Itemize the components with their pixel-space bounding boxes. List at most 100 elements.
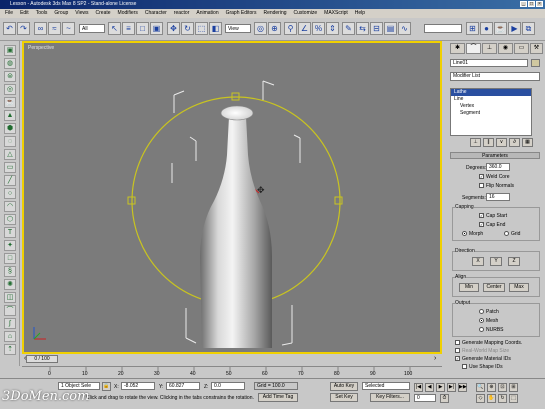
modifier-list-dropdown[interactable]: Modifier List <box>450 72 540 81</box>
tool-arc-icon[interactable]: ◠ <box>4 201 16 212</box>
make-unique-icon[interactable]: ∨ <box>496 138 507 147</box>
tool-rectangle-icon[interactable]: □ <box>4 253 16 264</box>
pin-stack-icon[interactable]: ⊥ <box>470 138 481 147</box>
current-frame-field[interactable]: 0 <box>414 394 436 402</box>
tool-cylinder-icon[interactable]: ⊜ <box>4 71 16 82</box>
render-last-icon[interactable]: ⧉ <box>522 22 535 35</box>
motion-tab-icon[interactable]: ◉ <box>498 43 513 54</box>
parameters-rollout-header[interactable]: Parameters <box>450 152 540 159</box>
stack-item-line[interactable]: Line <box>451 96 531 103</box>
tool-ngon-icon[interactable]: ⬡ <box>4 214 16 225</box>
menu-modifiers[interactable]: Modifiers <box>118 9 138 18</box>
segments-spinner[interactable]: 16 <box>486 193 510 201</box>
selection-filter-dropdown[interactable]: All <box>79 24 105 33</box>
material-editor-icon[interactable]: ● <box>480 22 493 35</box>
previous-frame-icon[interactable]: ◀ <box>425 383 434 392</box>
curve-editor-icon[interactable]: ∿ <box>398 22 411 35</box>
nurbs-radio[interactable] <box>479 327 484 332</box>
track-bar[interactable]: 0 10 20 30 40 50 60 70 80 90 100 <box>22 366 442 378</box>
go-to-start-icon[interactable]: |◀ <box>414 383 423 392</box>
key-filters-button[interactable]: Key Filters... <box>370 393 410 402</box>
menu-customize[interactable]: Customize <box>294 9 318 18</box>
link-icon[interactable]: ∞ <box>34 22 47 35</box>
y-coordinate-field[interactable]: 60.827 <box>166 382 200 390</box>
zoom-extents-icon[interactable]: ⊡ <box>498 383 507 392</box>
menu-file[interactable]: File <box>5 9 13 18</box>
menu-edit[interactable]: Edit <box>20 9 29 18</box>
tool-camera-icon[interactable]: ◫ <box>4 292 16 303</box>
direction-z-button[interactable]: Z <box>508 257 520 266</box>
tool-sphere-icon[interactable]: ◍ <box>4 58 16 69</box>
spinner-snap-icon[interactable]: ⇕ <box>326 22 339 35</box>
quick-render-icon[interactable]: ▶ <box>508 22 521 35</box>
stack-item-lathe[interactable]: Lathe <box>451 89 531 96</box>
field-of-view-icon[interactable]: ◇ <box>476 394 485 403</box>
zoom-all-icon[interactable]: ⊕ <box>487 383 496 392</box>
unlink-icon[interactable]: ≈ <box>48 22 61 35</box>
select-scale-icon[interactable]: ⬚ <box>195 22 208 35</box>
set-key-button[interactable]: Set Key <box>330 393 358 402</box>
configure-sets-icon[interactable]: ▦ <box>522 138 533 147</box>
zoom-extents-all-icon[interactable]: ⊞ <box>509 383 518 392</box>
menu-views[interactable]: Views <box>75 9 88 18</box>
key-mode-dropdown[interactable]: Selected <box>362 382 410 390</box>
tool-helix-icon[interactable]: § <box>4 266 16 277</box>
patch-radio[interactable] <box>479 309 484 314</box>
real-world-checkbox[interactable] <box>455 348 460 353</box>
select-by-name-icon[interactable]: ≡ <box>122 22 135 35</box>
undo-icon[interactable]: ↶ <box>3 22 16 35</box>
percent-snap-icon[interactable]: % <box>312 22 325 35</box>
tool-plane-icon[interactable]: ▭ <box>4 162 16 173</box>
selection-region-icon[interactable]: □ <box>136 22 149 35</box>
menu-maxscript[interactable]: MAXScript <box>324 9 348 18</box>
close-button[interactable]: × <box>536 1 543 7</box>
tool-light-icon[interactable]: ✺ <box>4 279 16 290</box>
select-rotate-icon[interactable]: ↻ <box>181 22 194 35</box>
tool-cone-icon[interactable]: ▲ <box>4 110 16 121</box>
cap-start-checkbox[interactable]: ✓ <box>479 213 484 218</box>
display-tab-icon[interactable]: ▭ <box>514 43 529 54</box>
tool-line-icon[interactable]: ╱ <box>4 175 16 186</box>
align-icon[interactable]: ⊟ <box>370 22 383 35</box>
lock-selection-icon[interactable]: 🔒 <box>102 382 111 391</box>
go-to-end-icon[interactable]: ▶▶ <box>458 383 467 392</box>
select-squash-icon[interactable]: ◧ <box>209 22 222 35</box>
named-selection-icon[interactable]: ✎ <box>342 22 355 35</box>
weld-core-checkbox[interactable]: ✓ <box>479 174 484 179</box>
tool-circle-icon[interactable]: ○ <box>4 188 16 199</box>
tool-star-icon[interactable]: ✦ <box>4 240 16 251</box>
remove-modifier-icon[interactable]: ∂ <box>509 138 520 147</box>
auto-key-button[interactable]: Auto Key <box>330 382 358 391</box>
menu-help[interactable]: Help <box>355 9 365 18</box>
schematic-view-icon[interactable]: ⊞ <box>466 22 479 35</box>
menu-create[interactable]: Create <box>96 9 111 18</box>
layer-manager-icon[interactable]: ▤ <box>384 22 397 35</box>
align-max-button[interactable]: Max <box>509 283 529 292</box>
create-tab-icon[interactable]: ✱ <box>450 43 465 54</box>
align-min-button[interactable]: Min <box>459 283 479 292</box>
tool-teapot-icon[interactable]: ☕ <box>4 97 16 108</box>
next-frame-icon[interactable]: › <box>434 355 436 362</box>
reference-coord-dropdown[interactable]: View <box>225 24 251 33</box>
angle-snap-icon[interactable]: ∠ <box>298 22 311 35</box>
render-scene-icon[interactable]: ☕ <box>494 22 507 35</box>
hierarchy-tab-icon[interactable]: ⊥ <box>482 43 497 54</box>
pivot-center-icon[interactable]: ◎ <box>254 22 267 35</box>
select-move-icon[interactable]: ✥ <box>167 22 180 35</box>
utilities-tab-icon[interactable]: ⚒ <box>530 43 543 54</box>
object-name-field[interactable]: Line01 <box>450 59 528 67</box>
tool-box-icon[interactable]: ▣ <box>4 45 16 56</box>
stack-item-segment[interactable]: Segment <box>451 110 531 117</box>
window-crossing-icon[interactable]: ▣ <box>150 22 163 35</box>
z-coordinate-field[interactable]: 0.0 <box>211 382 245 390</box>
perspective-viewport[interactable]: Perspective ✥ <box>22 41 442 354</box>
cap-end-checkbox[interactable]: ✓ <box>479 222 484 227</box>
bind-spacewarp-icon[interactable]: ~ <box>62 22 75 35</box>
tool-tube-icon[interactable]: ◌ <box>4 136 16 147</box>
arc-rotate-icon[interactable]: ↻ <box>498 394 507 403</box>
grid-radio[interactable] <box>504 231 509 236</box>
direction-y-button[interactable]: Y <box>490 257 502 266</box>
show-end-result-icon[interactable]: ∥ <box>483 138 494 147</box>
tool-text-icon[interactable]: T <box>4 227 16 238</box>
menu-reactor[interactable]: reactor <box>174 9 190 18</box>
